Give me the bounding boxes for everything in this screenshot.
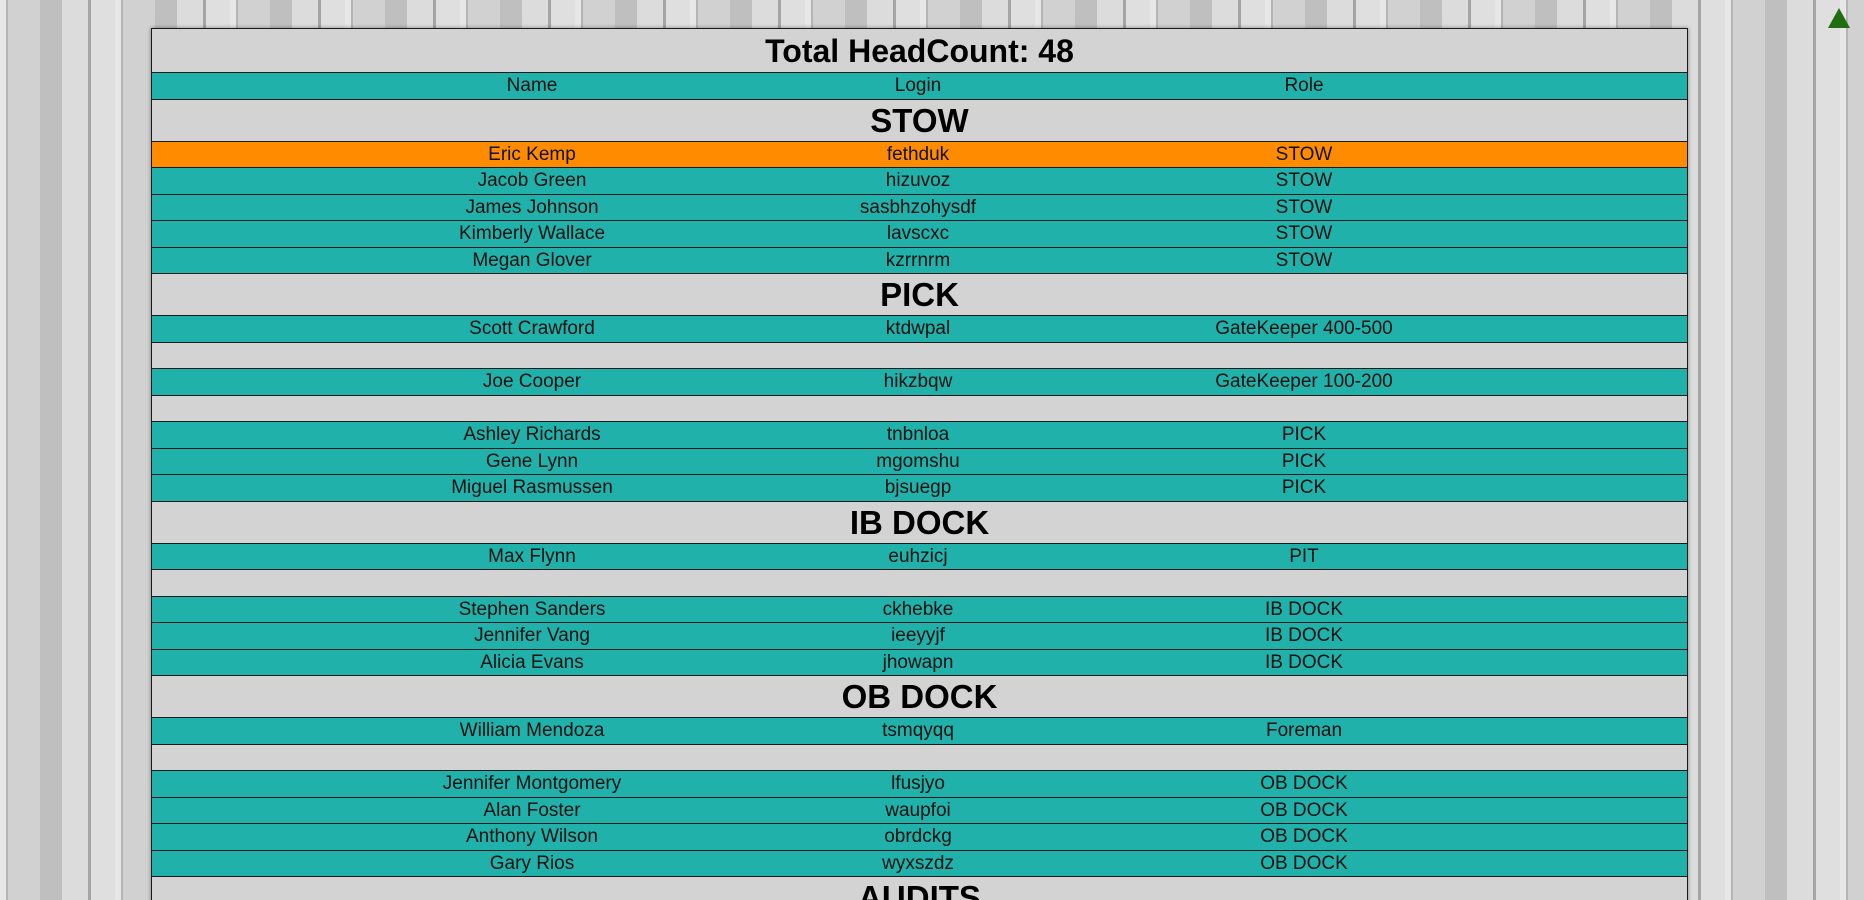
cell-login: jhowapn: [882, 651, 954, 673]
table-row[interactable]: Jacob Green hizuvoz STOW: [152, 167, 1687, 194]
column-header-row: Name Login Role: [152, 72, 1687, 99]
cell-role: PICK: [1281, 424, 1327, 445]
spacer-row: [152, 569, 1687, 596]
table-row[interactable]: Max Flynn euhzicj PIT: [152, 542, 1687, 569]
cell-login: bjsuegp: [884, 477, 952, 498]
cell-name: Scott Crawford: [469, 318, 595, 339]
table-row[interactable]: Kimberly Wallace lavscxc STOW: [152, 220, 1687, 247]
cell-name: William Mendoza: [459, 720, 605, 741]
cell-name: Kimberly Wallace: [458, 223, 606, 244]
table-row[interactable]: Gary Rios wyxszdz OB DOCK: [152, 849, 1687, 876]
cell-login: hizuvoz: [885, 170, 951, 191]
table-row[interactable]: Ashley Richards tnbnloa PICK: [152, 421, 1687, 448]
table-row[interactable]: Anthony Wilson obrdckg OB DOCK: [152, 823, 1687, 850]
table-row[interactable]: Scott Crawford ktdwpal GateKeeper 400-500: [152, 315, 1687, 342]
cell-name: Jacob Green: [477, 170, 587, 191]
table-row[interactable]: Megan Glover kzrrnrm STOW: [152, 246, 1687, 273]
cell-name: Joe Cooper: [482, 371, 582, 392]
cell-role: IB DOCK: [1264, 625, 1344, 646]
cell-name: Alan Foster: [483, 799, 581, 821]
headcount-table: Total HeadCount: 48 Name Login Role STOW…: [151, 28, 1688, 900]
cell-name: James Johnson: [465, 196, 599, 218]
sections-container: STOW Eric Kemp fethduk STOW Jacob Green hizuv…: [152, 98, 1687, 900]
cell-login: ieeyyjf: [891, 625, 945, 646]
table-row[interactable]: Alan Foster waupfoi OB DOCK: [152, 796, 1687, 823]
cell-name: Anthony Wilson: [465, 826, 599, 847]
cell-login: mgomshu: [876, 450, 960, 472]
spacer-row: [152, 743, 1687, 770]
cell-role: STOW: [1275, 143, 1333, 165]
column-header-name: Name: [506, 75, 558, 96]
cell-name: Miguel Rasmussen: [451, 477, 613, 498]
cell-name: Megan Glover: [472, 249, 592, 271]
cell-login: lavscxc: [886, 223, 950, 244]
cell-role: OB DOCK: [1260, 852, 1348, 874]
table-row[interactable]: James Johnson sasbhzohysdf STOW: [152, 193, 1687, 220]
section-title: IB DOCK: [152, 500, 1687, 543]
cell-role: PICK: [1281, 477, 1327, 498]
cell-role: PIT: [1289, 545, 1319, 567]
section-title: STOW: [152, 98, 1687, 141]
section-title: OB DOCK: [152, 675, 1687, 717]
cell-login: euhzicj: [888, 545, 948, 567]
table-row[interactable]: Jennifer Montgomery lfusjyo OB DOCK: [152, 770, 1687, 797]
cell-login: fethduk: [886, 143, 950, 165]
cell-login: wyxszdz: [882, 852, 954, 874]
cell-login: ckhebke: [882, 598, 954, 620]
cell-name: Stephen Sanders: [458, 598, 606, 620]
scroll-to-top-icon[interactable]: [1828, 8, 1850, 28]
table-row[interactable]: Joe Cooper hikzbqw GateKeeper 100-200: [152, 368, 1687, 395]
cell-login: kzrrnrm: [885, 249, 951, 271]
cell-role: PICK: [1281, 450, 1327, 472]
cell-name: Gene Lynn: [485, 450, 579, 472]
cell-name: Eric Kemp: [488, 143, 576, 165]
column-header-login: Login: [894, 75, 942, 96]
cell-name: Alicia Evans: [480, 651, 584, 673]
cell-role: GateKeeper 100-200: [1215, 371, 1393, 392]
cell-name: Jennifer Vang: [474, 625, 590, 646]
cell-role: Foreman: [1265, 720, 1343, 741]
page-title: Total HeadCount: 48: [152, 29, 1687, 72]
cell-name: Gary Rios: [489, 852, 575, 874]
cell-role: STOW: [1275, 223, 1333, 244]
cell-login: sasbhzohysdf: [859, 196, 977, 218]
table-row[interactable]: Stephen Sanders ckhebke IB DOCK: [152, 595, 1687, 622]
cell-role: OB DOCK: [1260, 826, 1348, 847]
cell-role: GateKeeper 400-500: [1215, 318, 1393, 339]
cell-role: STOW: [1275, 170, 1333, 191]
cell-login: obrdckg: [884, 826, 952, 847]
cell-login: lfusjyo: [891, 773, 945, 794]
table-row[interactable]: Miguel Rasmussen bjsuegp PICK: [152, 474, 1687, 501]
cell-name: Jennifer Montgomery: [442, 773, 622, 794]
spacer-row: [152, 341, 1687, 368]
cell-login: hikzbqw: [883, 371, 953, 392]
cell-role: STOW: [1275, 249, 1333, 271]
spacer-row: [152, 394, 1687, 421]
section-title: PICK: [152, 273, 1687, 315]
cell-role: OB DOCK: [1260, 799, 1348, 821]
column-header-role: Role: [1284, 75, 1324, 96]
cell-role: STOW: [1275, 196, 1333, 218]
cell-login: tsmqyqq: [882, 720, 954, 741]
table-row[interactable]: William Mendoza tsmqyqq Foreman: [152, 717, 1687, 744]
cell-name: Max Flynn: [488, 545, 576, 567]
cell-role: OB DOCK: [1260, 773, 1348, 794]
table-row-highlighted[interactable]: Eric Kemp fethduk STOW: [152, 140, 1687, 167]
table-row[interactable]: Alicia Evans jhowapn IB DOCK: [152, 648, 1687, 675]
cell-name: Ashley Richards: [463, 424, 601, 445]
table-row[interactable]: Gene Lynn mgomshu PICK: [152, 447, 1687, 474]
cell-role: IB DOCK: [1264, 598, 1344, 620]
section-title: AUDITS: [152, 876, 1687, 900]
cell-login: waupfoi: [885, 799, 951, 821]
cell-login: tnbnloa: [886, 424, 950, 445]
cell-role: IB DOCK: [1264, 651, 1344, 673]
cell-login: ktdwpal: [885, 318, 951, 339]
table-row[interactable]: Jennifer Vang ieeyyjf IB DOCK: [152, 622, 1687, 649]
